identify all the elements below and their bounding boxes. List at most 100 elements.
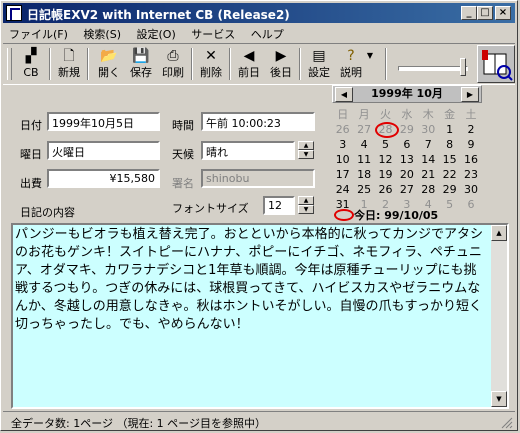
toolbar-separator bbox=[299, 48, 301, 80]
new-button[interactable]: 🗋 新規 bbox=[55, 46, 83, 82]
cb-button[interactable]: ▞ CB bbox=[17, 46, 45, 82]
calendar: 1999年 10月 ◀ ▶ 日 月 火 水 木 金 土 26 27 28 29 30 1 2… bbox=[332, 85, 482, 222]
spin-up-icon[interactable]: ▲ bbox=[298, 196, 314, 205]
calendar-day[interactable]: 27 bbox=[353, 122, 374, 137]
vertical-scrollbar[interactable]: ▲ ▼ bbox=[491, 225, 507, 407]
calendar-weekday-row: 日 月 火 水 木 金 土 bbox=[332, 107, 482, 122]
prev-day-button[interactable]: ◀ 前日 bbox=[235, 46, 263, 82]
toolbar-grip[interactable] bbox=[7, 48, 12, 80]
spin-down-icon[interactable]: ▼ bbox=[298, 150, 314, 159]
calendar-day[interactable]: 29 bbox=[396, 122, 417, 137]
book-icon bbox=[482, 50, 513, 81]
weekday-label: 曜日 bbox=[20, 148, 42, 161]
menu-help[interactable]: ヘルプ bbox=[245, 24, 290, 42]
help-dropdown-button[interactable]: ▼ bbox=[365, 46, 375, 82]
next-day-button[interactable]: ▶ 後日 bbox=[267, 46, 295, 82]
maximize-button[interactable]: □ bbox=[477, 6, 493, 20]
calendar-day[interactable]: 25 bbox=[353, 182, 374, 197]
scroll-down-icon[interactable]: ▼ bbox=[491, 391, 507, 407]
save-button[interactable]: 💾 保存 bbox=[127, 46, 155, 82]
calendar-day[interactable]: 21 bbox=[418, 167, 439, 182]
calendar-day[interactable]: 15 bbox=[439, 152, 460, 167]
calendar-day[interactable]: 16 bbox=[460, 152, 481, 167]
calendar-day[interactable]: 10 bbox=[332, 152, 353, 167]
minimize-button[interactable]: _ bbox=[461, 6, 477, 20]
font-size-spinner[interactable]: ▲ ▼ bbox=[298, 196, 314, 215]
calendar-day[interactable]: 27 bbox=[396, 182, 417, 197]
zoom-slider-track[interactable] bbox=[398, 66, 468, 71]
calendar-day[interactable]: 23 bbox=[460, 167, 481, 182]
calendar-day[interactable]: 17 bbox=[332, 167, 353, 182]
app-window: 日記帳EXV2 with Internet CB (Release2) _ □ … bbox=[0, 0, 518, 431]
open-button[interactable]: 📂 開く bbox=[95, 46, 123, 82]
zoom-slider-thumb[interactable] bbox=[460, 58, 466, 76]
spin-up-icon[interactable]: ▲ bbox=[298, 141, 314, 150]
calendar-day[interactable]: 1 bbox=[439, 122, 460, 137]
app-icon[interactable] bbox=[6, 5, 22, 21]
calendar-day[interactable]: 24 bbox=[332, 182, 353, 197]
calendar-day[interactable]: 29 bbox=[439, 182, 460, 197]
calendar-day[interactable]: 20 bbox=[396, 167, 417, 182]
print-button[interactable]: ⎙ 印刷 bbox=[159, 46, 187, 82]
calendar-day[interactable]: 19 bbox=[375, 167, 396, 182]
weekday-field[interactable]: 火曜日 bbox=[47, 141, 160, 160]
expense-label: 出費 bbox=[20, 177, 42, 190]
calendar-day[interactable]: 5 bbox=[375, 137, 396, 152]
status-bar: 全データ数: 1ページ （現在: 1 ページ目を参照中） bbox=[3, 411, 515, 430]
calendar-day[interactable]: 18 bbox=[353, 167, 374, 182]
weather-field[interactable]: 晴れ bbox=[201, 141, 295, 160]
help-button[interactable]: ? 説明 bbox=[337, 46, 365, 82]
date-label: 日付 bbox=[20, 119, 42, 132]
calendar-day[interactable]: 3 bbox=[332, 137, 353, 152]
diary-book-button[interactable] bbox=[477, 45, 515, 83]
toolbar: ▞ CB 🗋 新規 📂 開く 💾 保存 ⎙ 印刷 ✕ 削除 ◀ 前日 ▶ 後日 … bbox=[3, 43, 515, 85]
menu-settings[interactable]: 設定(O) bbox=[131, 24, 182, 42]
calendar-day[interactable]: 8 bbox=[439, 137, 460, 152]
calendar-week-row: 10 11 12 13 14 15 16 bbox=[332, 152, 482, 167]
title-bar[interactable]: 日記帳EXV2 with Internet CB (Release2) _ □ … bbox=[3, 3, 515, 23]
calendar-day[interactable]: 4 bbox=[353, 137, 374, 152]
calendar-next-month-button[interactable]: ▶ bbox=[461, 87, 479, 102]
today-button[interactable]: 今日: 99/10/05 bbox=[334, 207, 482, 222]
calendar-day[interactable]: 30 bbox=[460, 182, 481, 197]
time-field[interactable]: 午前 10:00:23 bbox=[201, 112, 315, 131]
calendar-day[interactable]: 30 bbox=[418, 122, 439, 137]
resize-grip-icon[interactable] bbox=[499, 415, 513, 429]
calendar-day[interactable]: 6 bbox=[396, 137, 417, 152]
signature-label: 署名 bbox=[172, 177, 194, 190]
font-size-field[interactable]: 12 bbox=[263, 196, 295, 215]
calendar-day[interactable]: 9 bbox=[460, 137, 481, 152]
close-button[interactable]: × bbox=[495, 6, 511, 20]
calendar-day[interactable]: 14 bbox=[418, 152, 439, 167]
calendar-day[interactable]: 26 bbox=[375, 182, 396, 197]
signature-field[interactable]: shinobu bbox=[201, 169, 315, 188]
expense-field[interactable]: ¥15,580 bbox=[47, 169, 160, 188]
cb-icon: ▞ bbox=[25, 48, 37, 64]
calendar-day[interactable]: 26 bbox=[332, 122, 353, 137]
calendar-day[interactable]: 28 bbox=[418, 182, 439, 197]
status-text: 全データ数: 1ページ （現在: 1 ページ目を参照中） bbox=[11, 417, 266, 430]
spin-down-icon[interactable]: ▼ bbox=[298, 205, 314, 214]
scroll-up-icon[interactable]: ▲ bbox=[491, 225, 507, 241]
menu-service[interactable]: サービス bbox=[185, 24, 241, 42]
calendar-day[interactable]: 11 bbox=[353, 152, 374, 167]
calendar-week-row: 17 18 19 20 21 22 23 bbox=[332, 167, 482, 182]
calendar-day[interactable]: 7 bbox=[418, 137, 439, 152]
maximize-icon: □ bbox=[480, 7, 490, 18]
weekday-tue: 火 bbox=[379, 108, 391, 121]
menu-file[interactable]: ファイル(F) bbox=[3, 24, 74, 42]
delete-button[interactable]: ✕ 削除 bbox=[197, 46, 225, 82]
date-field[interactable]: 1999年10月5日 bbox=[47, 112, 160, 131]
calendar-week-row: 3456789 bbox=[332, 137, 482, 152]
triangle-left-icon: ◀ bbox=[340, 90, 348, 99]
calendar-prev-month-button[interactable]: ◀ bbox=[335, 87, 353, 102]
weather-spinner[interactable]: ▲ ▼ bbox=[298, 141, 314, 160]
menu-search[interactable]: 検索(S) bbox=[77, 24, 127, 42]
calendar-day[interactable]: 22 bbox=[439, 167, 460, 182]
settings-button[interactable]: ▤ 設定 bbox=[305, 46, 333, 82]
calendar-day[interactable]: 13 bbox=[396, 152, 417, 167]
toolbar-separator bbox=[49, 48, 51, 80]
diary-text-area[interactable]: パンジーもビオラも植え替え完了。おとといから本格的に秋ってカンジでアタシのお花も… bbox=[11, 223, 509, 409]
calendar-day[interactable]: 12 bbox=[375, 152, 396, 167]
calendar-day[interactable]: 2 bbox=[460, 122, 481, 137]
